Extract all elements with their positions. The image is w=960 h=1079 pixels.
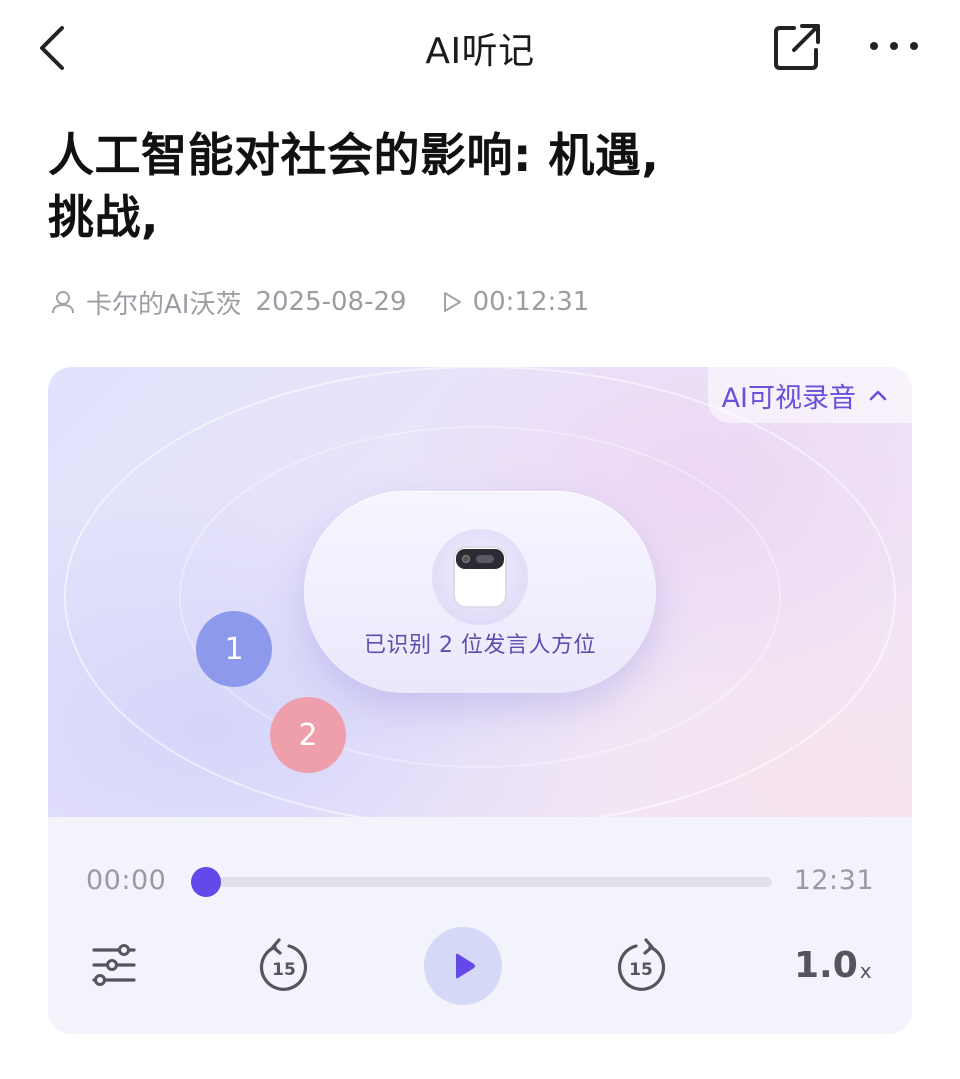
forward-15-button[interactable]: 15 xyxy=(614,937,668,993)
chevron-up-icon xyxy=(869,390,887,401)
user-icon xyxy=(52,291,74,314)
ai-visual-recording-label: AI可视录音 xyxy=(721,382,856,414)
current-time: 00:00 xyxy=(86,865,167,896)
sliders-icon xyxy=(92,944,136,986)
speaker-marker-2[interactable]: 2 xyxy=(270,697,346,773)
play-button[interactable] xyxy=(424,927,502,1005)
recording-card: AI可视录音 已识别 2 位发言人方位 1 2 00:00 12:31 15 1… xyxy=(48,367,912,1034)
forward-seconds-label: 15 xyxy=(629,960,653,980)
recording-meta: 卡尔的AI沃茨 2025-08-29 00:12:31 xyxy=(50,282,589,322)
recording-title-line-1: 人工智能对社会的影响: 机遇, xyxy=(48,128,660,182)
speakers-detected-caption: 已识别 2 位发言人方位 xyxy=(364,633,596,658)
top-nav: AI听记 xyxy=(0,0,960,96)
rewind-seconds-label: 15 xyxy=(272,960,296,980)
rewind-15-icon: 15 xyxy=(259,938,308,991)
external-share-icon xyxy=(774,24,820,70)
recorder-device-image xyxy=(432,529,528,625)
ai-visual-recording-toggle[interactable]: AI可视录音 xyxy=(707,367,912,423)
total-time: 12:31 xyxy=(793,865,874,896)
recording-detail-page: AI听记 人工智能对社会的影响: 机遇, 挑战, 卡尔的AI沃茨 2025-08… xyxy=(0,0,960,1079)
duration-play-icon xyxy=(443,292,461,312)
progress-thumb[interactable] xyxy=(191,867,221,897)
share-button[interactable] xyxy=(768,18,828,74)
more-button[interactable] xyxy=(862,18,926,74)
author-name: 卡尔的AI沃茨 xyxy=(86,289,242,320)
recorder-device-icon xyxy=(453,546,507,608)
play-icon xyxy=(456,953,475,979)
recorder-device-card: 已识别 2 位发言人方位 xyxy=(304,491,656,693)
recording-title: 人工智能对社会的影响: 机遇, 挑战, xyxy=(48,124,888,248)
speed-unit: x xyxy=(859,959,872,983)
speaker-visualization: AI可视录音 已识别 2 位发言人方位 1 2 xyxy=(48,367,912,817)
progress-slider[interactable] xyxy=(191,867,772,897)
speaker-marker-1[interactable]: 1 xyxy=(196,611,272,687)
recording-title-line-2: 挑战, xyxy=(48,190,159,244)
recording-date: 2025-08-29 xyxy=(255,287,407,317)
playback-speed-button[interactable]: 1.0 x xyxy=(794,945,872,986)
rewind-15-button[interactable]: 15 xyxy=(257,937,311,993)
speed-value: 1.0 xyxy=(794,945,858,986)
more-dots-icon xyxy=(870,42,918,50)
playback-settings-button[interactable] xyxy=(90,941,138,989)
audio-player: 00:00 12:31 15 15 1.0 x xyxy=(48,817,912,1034)
recording-duration: 00:12:31 xyxy=(472,287,590,317)
forward-15-icon: 15 xyxy=(617,938,666,991)
